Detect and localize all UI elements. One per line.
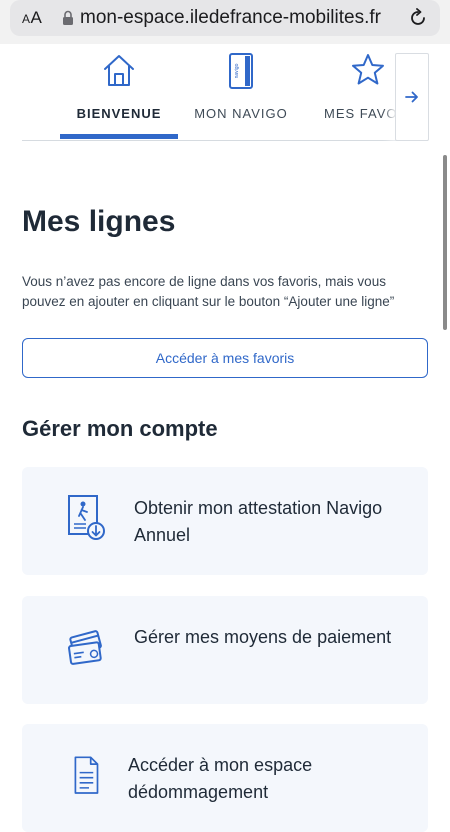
- page-title: Mes lignes: [22, 205, 176, 238]
- browser-toolbar: AA mon-espace.iledefrance-mobilites.fr: [0, 0, 450, 44]
- reload-icon[interactable]: [408, 8, 428, 28]
- lock-icon: [63, 10, 73, 25]
- card-label: Accéder à mon espace dédommagement: [128, 755, 313, 802]
- url-text: mon-espace.iledefrance-mobilites.fr: [80, 7, 381, 28]
- page-scrollbar[interactable]: [443, 155, 447, 330]
- tab-navigation: BIENVENUE navigo MON NAVIGO MES FAVO: [0, 48, 450, 140]
- navigo-card-text: navigo: [234, 63, 240, 78]
- arrow-right-icon: [405, 91, 418, 103]
- attestation-document-icon: [68, 495, 105, 540]
- access-favorites-button[interactable]: Accéder à mes favoris: [22, 338, 428, 378]
- tab-bienvenue[interactable]: BIENVENUE: [60, 48, 178, 140]
- tab-label: MON NAVIGO: [194, 106, 288, 121]
- card-attestation-navigo[interactable]: Obtenir mon attestation Navigo Annuel: [22, 467, 428, 575]
- tab-label: BIENVENUE: [76, 106, 162, 121]
- section-title: Gérer mon compte: [22, 416, 218, 441]
- card-label: Obtenir mon attestation Navigo Annuel: [134, 498, 383, 545]
- active-tab-indicator: [60, 134, 178, 139]
- tab-mon-navigo[interactable]: navigo MON NAVIGO: [182, 48, 300, 140]
- address-bar[interactable]: AA mon-espace.iledefrance-mobilites.fr: [10, 0, 440, 36]
- star-icon: [351, 54, 384, 85]
- card-dedommagement[interactable]: Accéder à mon espace dédommagement: [22, 724, 428, 832]
- navigo-card-icon: navigo: [229, 53, 253, 89]
- document-icon: [74, 756, 99, 794]
- card-label: Gérer mes moyens de paiement: [134, 627, 392, 647]
- text-size-button[interactable]: AA: [22, 8, 62, 28]
- home-icon: [104, 55, 134, 86]
- payment-cards-icon: [68, 630, 102, 665]
- tabs-scroll-right-button[interactable]: [395, 53, 429, 141]
- tabs-divider: [22, 140, 428, 141]
- favorites-empty-message: Vous n’avez pas encore de ligne dans vos…: [22, 274, 395, 309]
- card-payment-methods[interactable]: Gérer mes moyens de paiement: [22, 596, 428, 704]
